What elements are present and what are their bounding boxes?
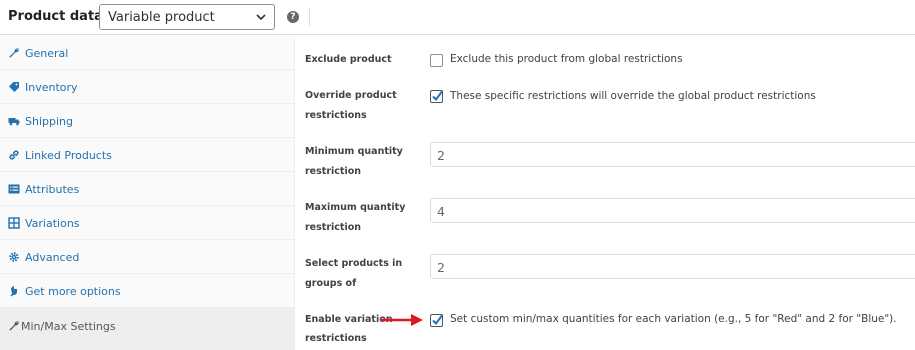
override-restrictions-checkbox[interactable] [430, 90, 443, 103]
tab-advanced[interactable]: Advanced [0, 240, 295, 274]
exclude-product-text: Exclude this product from global restric… [450, 53, 683, 65]
override-label-line1: Override product [305, 90, 397, 101]
groups-of-value: 2 [437, 260, 445, 275]
help-icon[interactable]: ? [287, 11, 299, 23]
enable-variation-text: Set custom min/max quantities for each v… [450, 313, 897, 325]
product-type-select[interactable]: Variable product [99, 4, 275, 30]
tab-shipping[interactable]: Shipping [0, 104, 295, 138]
product-data-header: Product data — Variable product ? [0, 0, 915, 35]
link-icon [9, 150, 19, 160]
checkmark-icon [432, 90, 443, 102]
grid-icon [8, 217, 20, 229]
variation-label-line2: restrictions [305, 333, 367, 344]
truck-icon [8, 118, 20, 126]
wrench-icon [9, 48, 19, 58]
checkmark-icon [432, 314, 443, 326]
gear-icon [9, 252, 19, 262]
override-label-line2: restrictions [305, 110, 367, 121]
list-icon [8, 184, 20, 194]
tab-linked-products[interactable]: Linked Products [0, 138, 295, 172]
tab-get-more-options[interactable]: Get more options [0, 274, 295, 308]
chevron-down-icon [256, 14, 266, 21]
tab-general[interactable]: General [0, 36, 295, 70]
tab-label: Min/Max Settings [21, 320, 116, 333]
product-data-tabs: General Inventory Shipping Linked Produc… [0, 36, 295, 350]
tab-label: Variations [25, 217, 80, 230]
header-divider [309, 8, 310, 26]
tab-attributes[interactable]: Attributes [0, 172, 295, 206]
plugin-icon [10, 285, 17, 297]
groups-of-input[interactable]: 2 [430, 254, 915, 279]
tab-label: Linked Products [25, 149, 112, 162]
exclude-product-checkbox[interactable] [430, 54, 443, 67]
tab-label: Inventory [25, 81, 78, 94]
tab-variations[interactable]: Variations [0, 206, 295, 240]
min-qty-label-line2: restriction [305, 166, 361, 177]
override-restrictions-text: These specific restrictions will overrid… [450, 90, 816, 102]
max-qty-label-line1: Maximum quantity [305, 202, 406, 213]
red-arrow-annotation [380, 314, 423, 326]
min-qty-input[interactable]: 2 [430, 142, 915, 167]
groups-label-line2: groups of [305, 278, 357, 289]
enable-variation-checkbox[interactable] [430, 314, 443, 327]
exclude-product-label: Exclude product [305, 54, 392, 65]
tab-label: Shipping [25, 115, 73, 128]
tab-inventory[interactable]: Inventory [0, 70, 295, 104]
product-type-value: Variable product [108, 10, 215, 25]
max-qty-input[interactable]: 4 [430, 198, 915, 223]
tab-label: General [25, 47, 69, 60]
min-qty-label-line1: Minimum quantity [305, 146, 403, 157]
tab-label: Attributes [25, 183, 80, 196]
min-qty-value: 2 [437, 148, 445, 163]
tag-icon [9, 82, 19, 92]
min-max-settings-panel: Exclude product Exclude this product fro… [296, 36, 915, 350]
tab-label: Get more options [25, 285, 121, 298]
wrench-icon [9, 321, 19, 331]
groups-label-line1: Select products in [305, 258, 403, 269]
max-qty-value: 4 [437, 204, 445, 219]
max-qty-label-line2: restriction [305, 222, 361, 233]
tab-min-max-settings[interactable]: Min/Max Settings [0, 308, 295, 350]
tab-label: Advanced [25, 251, 80, 264]
